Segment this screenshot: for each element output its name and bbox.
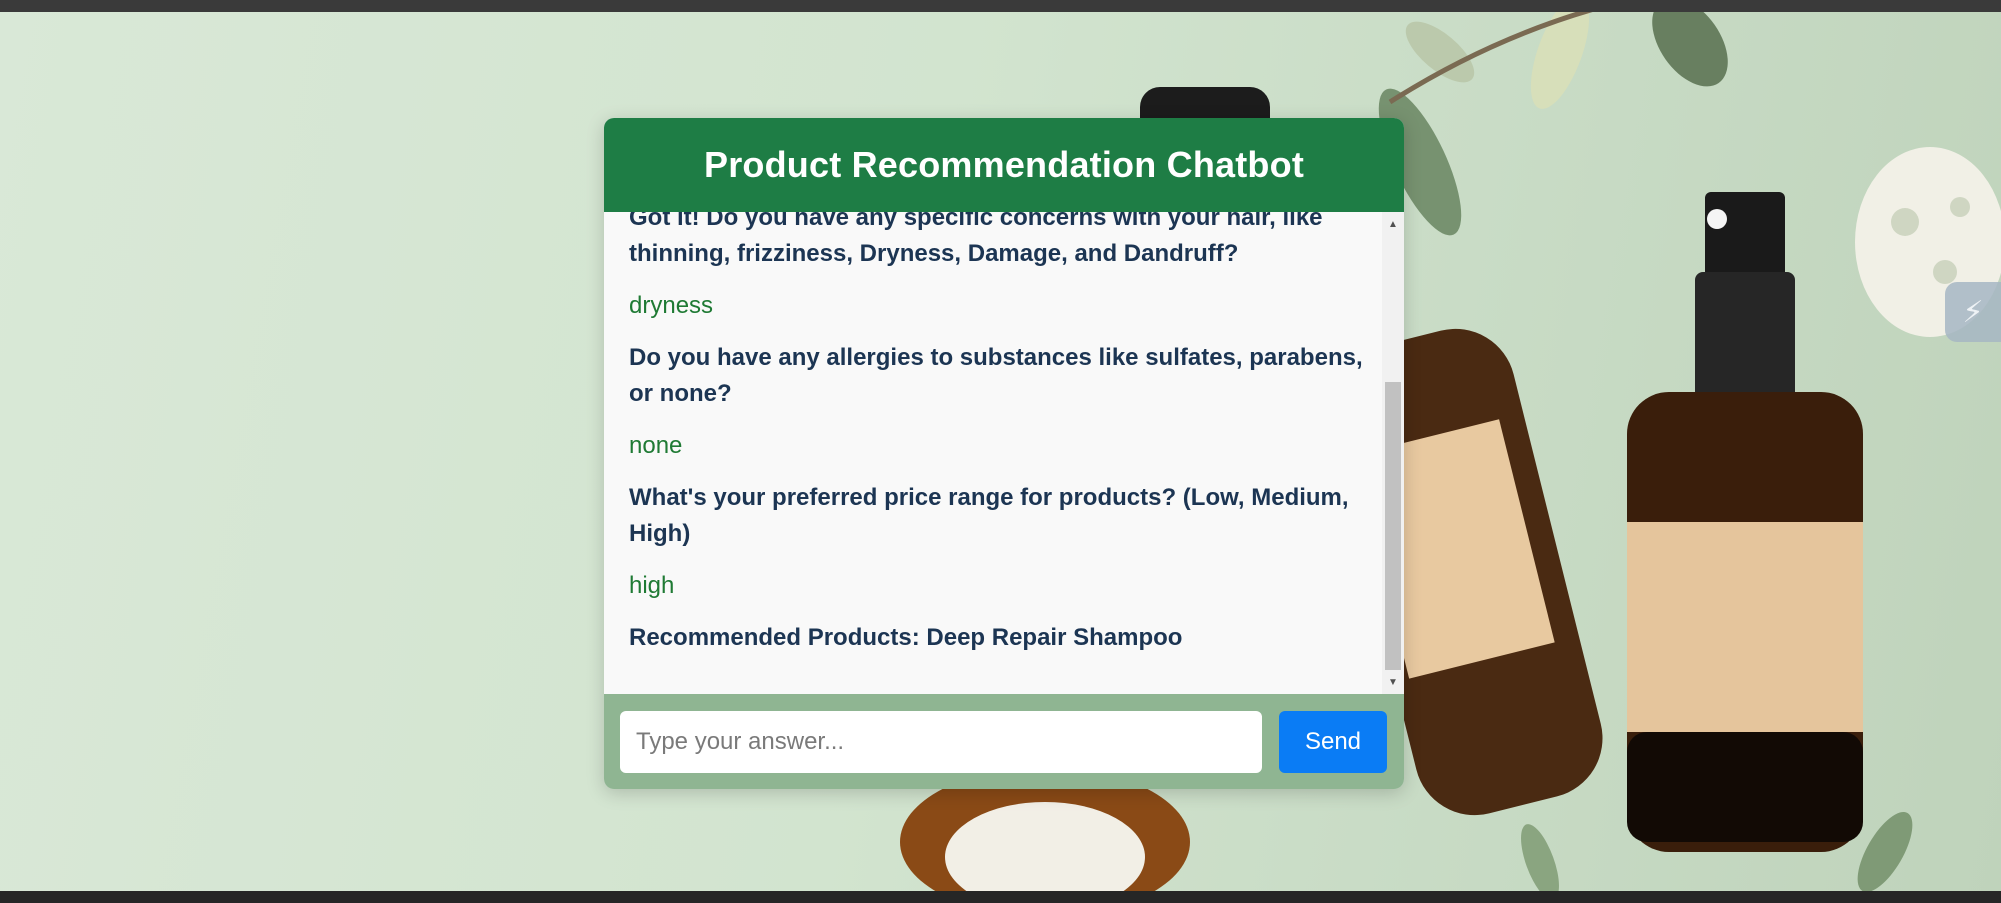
message-list: Got it! Do you have any specific concern… [629, 212, 1364, 672]
window-bottom-bar [0, 891, 2001, 903]
chat-title: Product Recommendation Chatbot [703, 144, 1305, 185]
chat-messages-area[interactable]: Got it! Do you have any specific concern… [604, 212, 1404, 694]
bot-message: Recommended Products: Deep Repair Shampo… [629, 624, 1183, 651]
lightning-icon[interactable]: ⚡ [1945, 282, 2001, 342]
chat-header: Product Recommendation Chatbot [604, 118, 1404, 212]
user-message: high [629, 572, 675, 599]
scroll-up-icon[interactable]: ▲ [1382, 216, 1404, 232]
bot-message: Do you have any allergies to substances … [629, 344, 1363, 407]
bot-message: Got it! Do you have any specific concern… [629, 212, 1323, 267]
send-button[interactable]: Send [1279, 710, 1387, 773]
chat-input-bar: Send [604, 694, 1404, 789]
vertical-scrollbar[interactable]: ▲ ▼ [1382, 212, 1404, 694]
scrollbar-thumb[interactable] [1385, 382, 1401, 670]
user-message: dryness [629, 292, 714, 319]
user-message: none [629, 432, 683, 459]
chatbot-window: Product Recommendation Chatbot Got it! D… [604, 118, 1404, 789]
bot-message: What's your preferred price range for pr… [629, 484, 1349, 547]
scroll-down-icon[interactable]: ▼ [1382, 674, 1404, 690]
window-top-bar [0, 0, 2001, 12]
answer-input[interactable] [620, 710, 1262, 773]
